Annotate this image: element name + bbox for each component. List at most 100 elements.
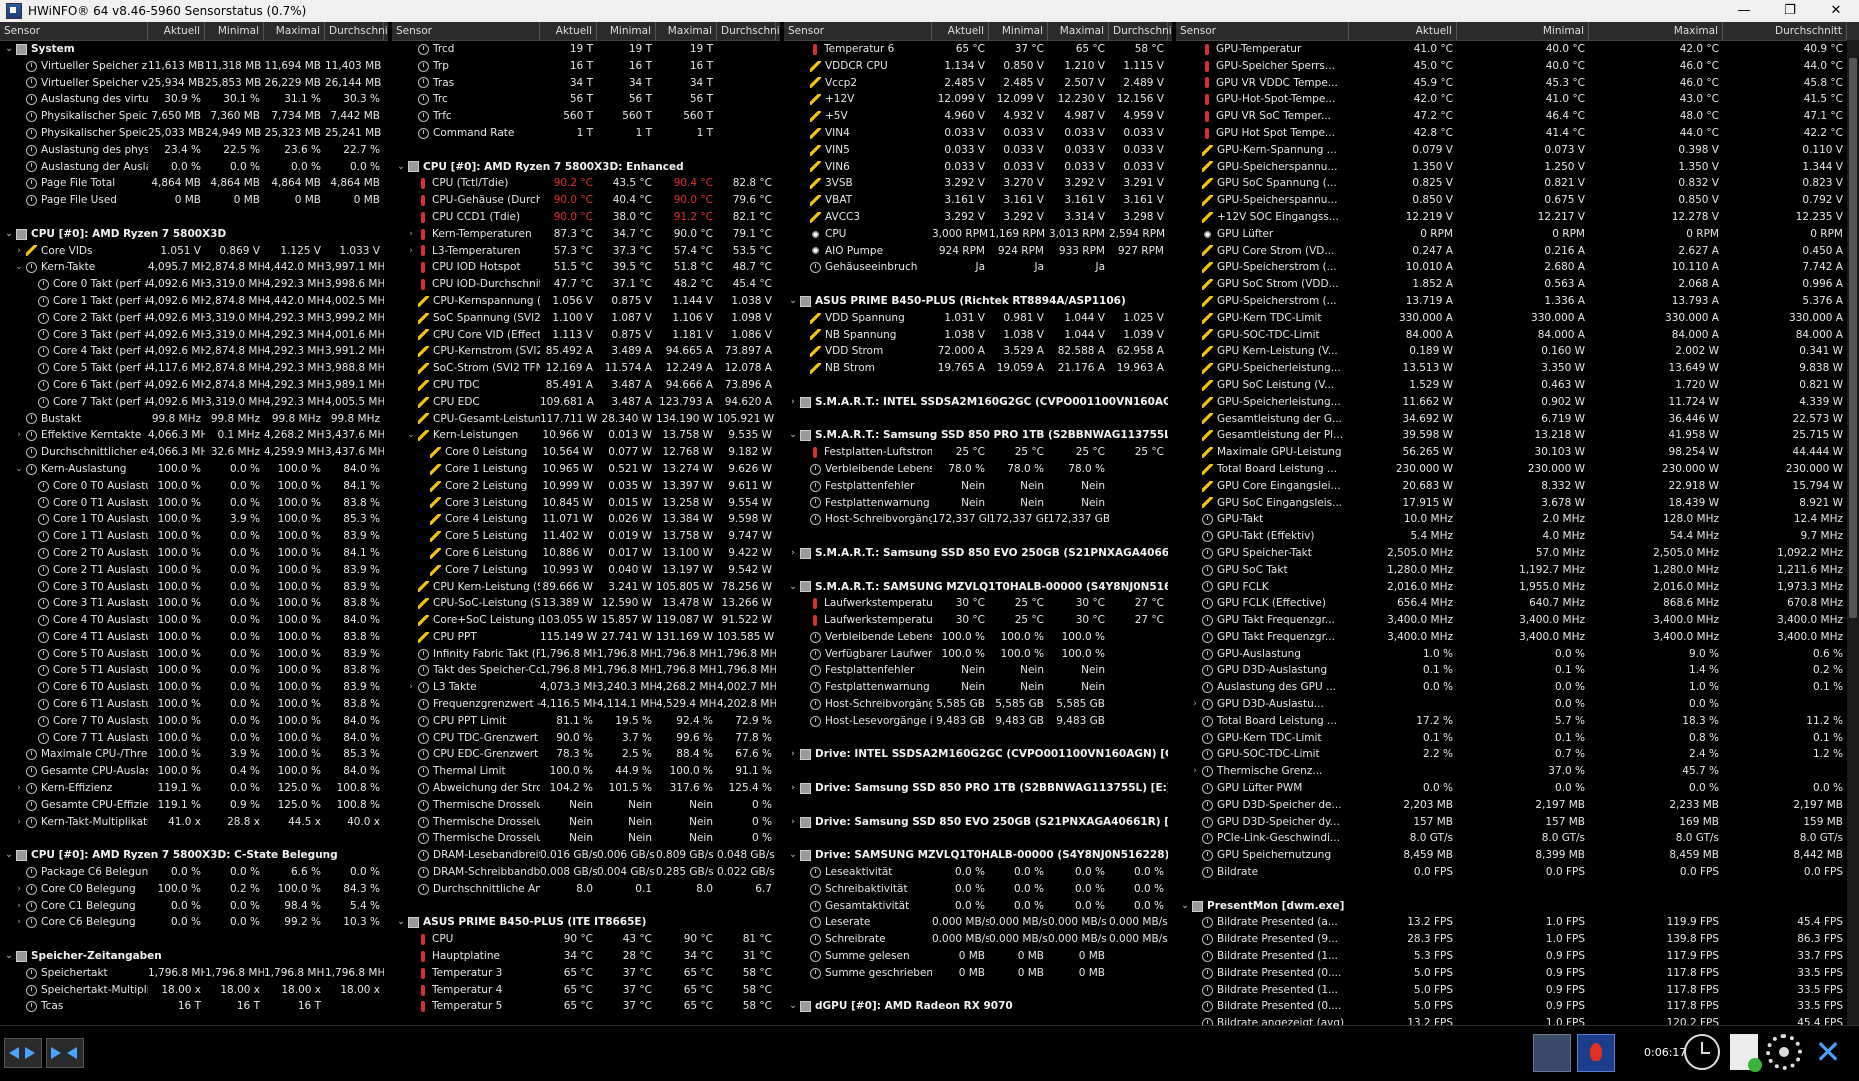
sensor-row[interactable]: Core 5 Leistung 11.402 W 0.019 W 13.758 W 9.… bbox=[392, 528, 780, 545]
sensor-row[interactable]: GPU Lüfter PWM 0.0 % 0.0 % 0.0 % 0.0 % bbox=[1176, 780, 1859, 797]
sensor-row[interactable]: Laufwerkstemperatur 30 °C 25 °C 30 °C 27 °C bbox=[784, 595, 1172, 612]
collapse-chevron-icon[interactable]: ⌄ bbox=[788, 998, 798, 1015]
sensor-row[interactable]: Festplattenfehler Nein Nein Nein bbox=[784, 662, 1172, 679]
sensor-row[interactable]: GPU Speicher-Takt 2,505.0 MHz 57.0 MHz 2,50… bbox=[1176, 545, 1859, 562]
sensor-row[interactable]: Core 3 Leistung 10.845 W 0.015 W 13.258 W 9.… bbox=[392, 495, 780, 512]
collapse-chevron-icon[interactable]: ⌄ bbox=[4, 41, 14, 58]
expand-chevron-icon[interactable]: › bbox=[14, 814, 24, 831]
expand-chevron-icon[interactable]: › bbox=[788, 780, 798, 797]
sensor-row[interactable]: Auslastung des virtuellen ...30.9 %30.1 … bbox=[0, 91, 388, 108]
sensor-group-header[interactable]: ⌄ PresentMon [dwm.exe] bbox=[1176, 898, 1859, 915]
column-header-current[interactable]: Aktuell bbox=[932, 22, 989, 40]
sensor-row[interactable]: Virtueller Speicher verfüg...25,934 MB25… bbox=[0, 75, 388, 92]
sensor-row[interactable]: Core+SoC Leistung (SVI...103.055 W15.857… bbox=[392, 612, 780, 629]
sensor-row[interactable]: Bildrate Presented (1... 5.3 FPS 0.9 FPS 11… bbox=[1176, 948, 1859, 965]
sensor-row[interactable]: Bildrate Presented (1... 5.0 FPS 0.9 FPS 11… bbox=[1176, 982, 1859, 999]
sensor-row[interactable]: GPU Lüfter 0 RPM 0 RPM 0 RPM 0 RPM bbox=[1176, 226, 1859, 243]
collapse-chevron-icon[interactable]: ⌄ bbox=[788, 847, 798, 864]
sensor-row[interactable]: Core 1 T0 Auslastung100.0 %3.9 %100.0 %8… bbox=[0, 511, 388, 528]
restore-button[interactable]: ❐ bbox=[1767, 0, 1813, 22]
nav-back-button[interactable] bbox=[4, 1038, 42, 1068]
sensor-row[interactable]: DRAM-Schreibbandbreite0.008 GB/s0.004 GB… bbox=[392, 864, 780, 881]
sensor-row[interactable]: Auslastung des physikalisc...23.4 %22.5 … bbox=[0, 142, 388, 159]
sensor-row[interactable]: 3VSB 3.292 V 3.270 V 3.292 V 3.291 V bbox=[784, 175, 1172, 192]
sensor-row[interactable]: Core 7 Leistung 10.993 W 0.040 W 13.197 W 9.… bbox=[392, 562, 780, 579]
collapse-chevron-icon[interactable]: ⌄ bbox=[788, 293, 798, 310]
sensor-row[interactable]: Gesamtleistung der G... 34.692 W 6.719 W 36… bbox=[1176, 411, 1859, 428]
sensor-row[interactable]: Core 0 Takt (perf #1/1)4,092.6 MHz3,319.… bbox=[0, 276, 388, 293]
sensor-row[interactable]: Tras 34 T 34 T 34 T bbox=[392, 75, 780, 92]
sensor-row[interactable]: Package C6 Belegung 0.0 % 0.0 % 6.6 % 0.0 % bbox=[0, 864, 388, 881]
sensor-row[interactable]: CPU 90 °C 43 °C 90 °C 81 °C bbox=[392, 931, 780, 948]
sensor-row[interactable]: CPU-Kernspannung (SVI...1.056 V0.875 V1.… bbox=[392, 293, 780, 310]
sensor-row[interactable]: Core 3 T1 Auslastung100.0 %0.0 %100.0 %8… bbox=[0, 595, 388, 612]
sensor-row[interactable]: Core 2 T1 Auslastung100.0 %0.0 %100.0 %8… bbox=[0, 562, 388, 579]
sensor-row[interactable]: Auslastung des GPU ... 0.0 % 0.0 % 1.0 % 0.1… bbox=[1176, 679, 1859, 696]
sensor-row[interactable]: CPU Kern-Leistung (SVI...89.666 W3.241 W… bbox=[392, 579, 780, 596]
sensor-row[interactable]: Trc 56 T 56 T 56 T bbox=[392, 91, 780, 108]
sensor-group-header[interactable]: ⌄ S.M.A.R.T.: Samsung SSD 850 PRO 1TB (S2… bbox=[784, 427, 1172, 444]
sensor-row[interactable]: Core 7 T1 Auslastung100.0 %0.0 %100.0 %8… bbox=[0, 730, 388, 747]
sensor-row[interactable]: CPU TDC-Grenzwert 90.0 % 3.7 % 99.6 % 77.8 % bbox=[392, 730, 780, 747]
sensor-row[interactable]: GPU-Takt 10.0 MHz 2.0 MHz 128.0 MHz 12.4 MHz bbox=[1176, 511, 1859, 528]
sensor-row[interactable]: Trfc 560 T 560 T 560 T bbox=[392, 108, 780, 125]
sensor-row[interactable]: Schreibaktivität 0.0 % 0.0 % 0.0 % 0.0 % bbox=[784, 881, 1172, 898]
sensor-row[interactable]: Thermische Drosselung ...NeinNeinNein0 % bbox=[392, 830, 780, 847]
sensor-row[interactable]: Summe gelesen 0 MB 0 MB 0 MB bbox=[784, 948, 1172, 965]
sensor-row[interactable]: Core 6 T0 Auslastung100.0 %0.0 %100.0 %8… bbox=[0, 679, 388, 696]
sensor-row[interactable]: +5V 4.960 V 4.932 V 4.987 V 4.959 V bbox=[784, 108, 1172, 125]
sensor-row[interactable]: Bildrate Presented (0.... 5.0 FPS 0.9 FPS 1… bbox=[1176, 965, 1859, 982]
expand-chevron-icon[interactable]: › bbox=[14, 898, 24, 915]
sensor-row[interactable]: ⌄ Kern-Leistungen 10.966 W 0.013 W 13.758 W9… bbox=[392, 427, 780, 444]
expand-chevron-icon[interactable]: › bbox=[14, 427, 24, 444]
sensor-row[interactable]: GPU-Speicherleistung... 13.513 W 3.350 W 13… bbox=[1176, 360, 1859, 377]
minimize-button[interactable]: — bbox=[1721, 0, 1767, 22]
sensor-row[interactable]: GPU SoC Takt 1,280.0 MHz 1,192.7 MHz 1,280.… bbox=[1176, 562, 1859, 579]
sensor-row[interactable]: ›Effektive Kerntakte4,066.3 MHz0.1 MHz4,… bbox=[0, 427, 388, 444]
network-icon[interactable] bbox=[1533, 1034, 1571, 1072]
sensor-row[interactable]: GPU-SOC-TDC-Limit 84.000 A 84.000 A 84.000 … bbox=[1176, 327, 1859, 344]
sensor-row[interactable]: Core 4 T0 Auslastung100.0 %0.0 %100.0 %8… bbox=[0, 612, 388, 629]
sensor-row[interactable]: GPU FCLK 2,016.0 MHz 1,955.0 MHz 2,016.0 MH… bbox=[1176, 579, 1859, 596]
sensor-row[interactable]: Host-Lesevorgänge insge...9,483 GB9,483 … bbox=[784, 713, 1172, 730]
sensor-row[interactable]: Total Board Leistung ... 17.2 % 5.7 % 18.3 … bbox=[1176, 713, 1859, 730]
scrollbar-thumb[interactable] bbox=[1849, 58, 1857, 618]
sensor-row[interactable]: Page File Used 0 MB 0 MB 0 MB 0 MB bbox=[0, 192, 388, 209]
sensor-row[interactable]: NB Strom 19.765 A 19.059 A 21.176 A 19.963 A bbox=[784, 360, 1172, 377]
sensor-row[interactable]: Infinity Fabric Takt (FCLK)1,796.8 MHz1,… bbox=[392, 646, 780, 663]
sensor-row[interactable]: Tcas 16 T 16 T 16 T bbox=[0, 998, 388, 1015]
sensor-row[interactable]: Trp 16 T 16 T 16 T bbox=[392, 58, 780, 75]
sensor-row[interactable]: Core 4 Leistung 11.071 W 0.026 W 13.384 W 9.… bbox=[392, 511, 780, 528]
sensor-row[interactable]: › GPU D3D-Auslastu... 0.0 % 0.0 % bbox=[1176, 696, 1859, 713]
nav-collapse-button[interactable] bbox=[46, 1038, 84, 1068]
column-header-min[interactable]: Minimal bbox=[597, 22, 656, 40]
sensor-row[interactable]: Leserate 0.000 MB/s 0.000 MB/s 0.000 MB/s 0.… bbox=[784, 914, 1172, 931]
column-header-avg[interactable]: Durchschnitt bbox=[325, 22, 388, 40]
collapse-chevron-icon[interactable]: ⌄ bbox=[406, 427, 416, 444]
sensor-group-header[interactable]: ⌄ CPU [#0]: AMD Ryzen 7 5800X3D: Enhanced bbox=[392, 159, 780, 176]
expand-chevron-icon[interactable]: › bbox=[1190, 696, 1200, 713]
sensor-row[interactable]: ›Kern-Takt-Multiplikatoren41.0 x28.8 x44… bbox=[0, 814, 388, 831]
sensor-row[interactable]: ⌄ Kern-Auslastung 100.0 % 0.0 % 100.0 % 84.0 … bbox=[0, 461, 388, 478]
sensor-row[interactable]: GPU SoC Strom (VDD... 1.852 A 0.563 A 2.068… bbox=[1176, 276, 1859, 293]
sensor-row[interactable]: › L3-Temperaturen 57.3 °C 37.3 °C 57.4 °C 53.… bbox=[392, 243, 780, 260]
sensor-row[interactable]: GPU Hot Spot Tempe... 42.8 °C 41.4 °C 44.0 … bbox=[1176, 125, 1859, 142]
sensor-group-header[interactable]: ⌄ CPU [#0]: AMD Ryzen 7 5800X3D bbox=[0, 226, 388, 243]
sensor-group-header[interactable]: › S.M.A.R.T.: INTEL SSDSA2M160G2GC (CVPO0… bbox=[784, 394, 1172, 411]
sensor-row[interactable]: AIO Pumpe 924 RPM 924 RPM 933 RPM 927 RPM bbox=[784, 243, 1172, 260]
sensor-row[interactable]: CPU-Gehäuse (Durchsch...90.0 °C40.4 °C90… bbox=[392, 192, 780, 209]
sensor-row[interactable]: CPU IOD-Durchschnitt 47.7 °C 37.1 °C 48.2 °… bbox=[392, 276, 780, 293]
sensor-row[interactable]: Physikalischer Speicher ve...7,650 MB7,3… bbox=[0, 108, 388, 125]
expand-chevron-icon[interactable]: › bbox=[406, 226, 416, 243]
expand-chevron-icon[interactable]: › bbox=[14, 780, 24, 797]
column-header-current[interactable]: Aktuell bbox=[540, 22, 597, 40]
sensor-row[interactable]: Core 1 T1 Auslastung100.0 %0.0 %100.0 %8… bbox=[0, 528, 388, 545]
sensor-row[interactable]: Gesamtleistung der Pl... 39.598 W 13.218 W… bbox=[1176, 427, 1859, 444]
sensor-row[interactable]: › Core C1 Belegung 0.0 % 0.0 % 98.4 % 5.4 % bbox=[0, 898, 388, 915]
sensor-row[interactable]: Total Board Leistung ... 230.000 W 230.000… bbox=[1176, 461, 1859, 478]
expand-chevron-icon[interactable]: › bbox=[788, 814, 798, 831]
clock-icon[interactable] bbox=[1684, 1034, 1720, 1070]
sensor-row[interactable]: Durchschnittlicher effektiv...4,066.3 MH… bbox=[0, 444, 388, 461]
sensor-row[interactable]: Core 3 T0 Auslastung100.0 %0.0 %100.0 %8… bbox=[0, 579, 388, 596]
sensor-row[interactable]: Abweichung der Stromv...104.2 %101.5 %31… bbox=[392, 780, 780, 797]
